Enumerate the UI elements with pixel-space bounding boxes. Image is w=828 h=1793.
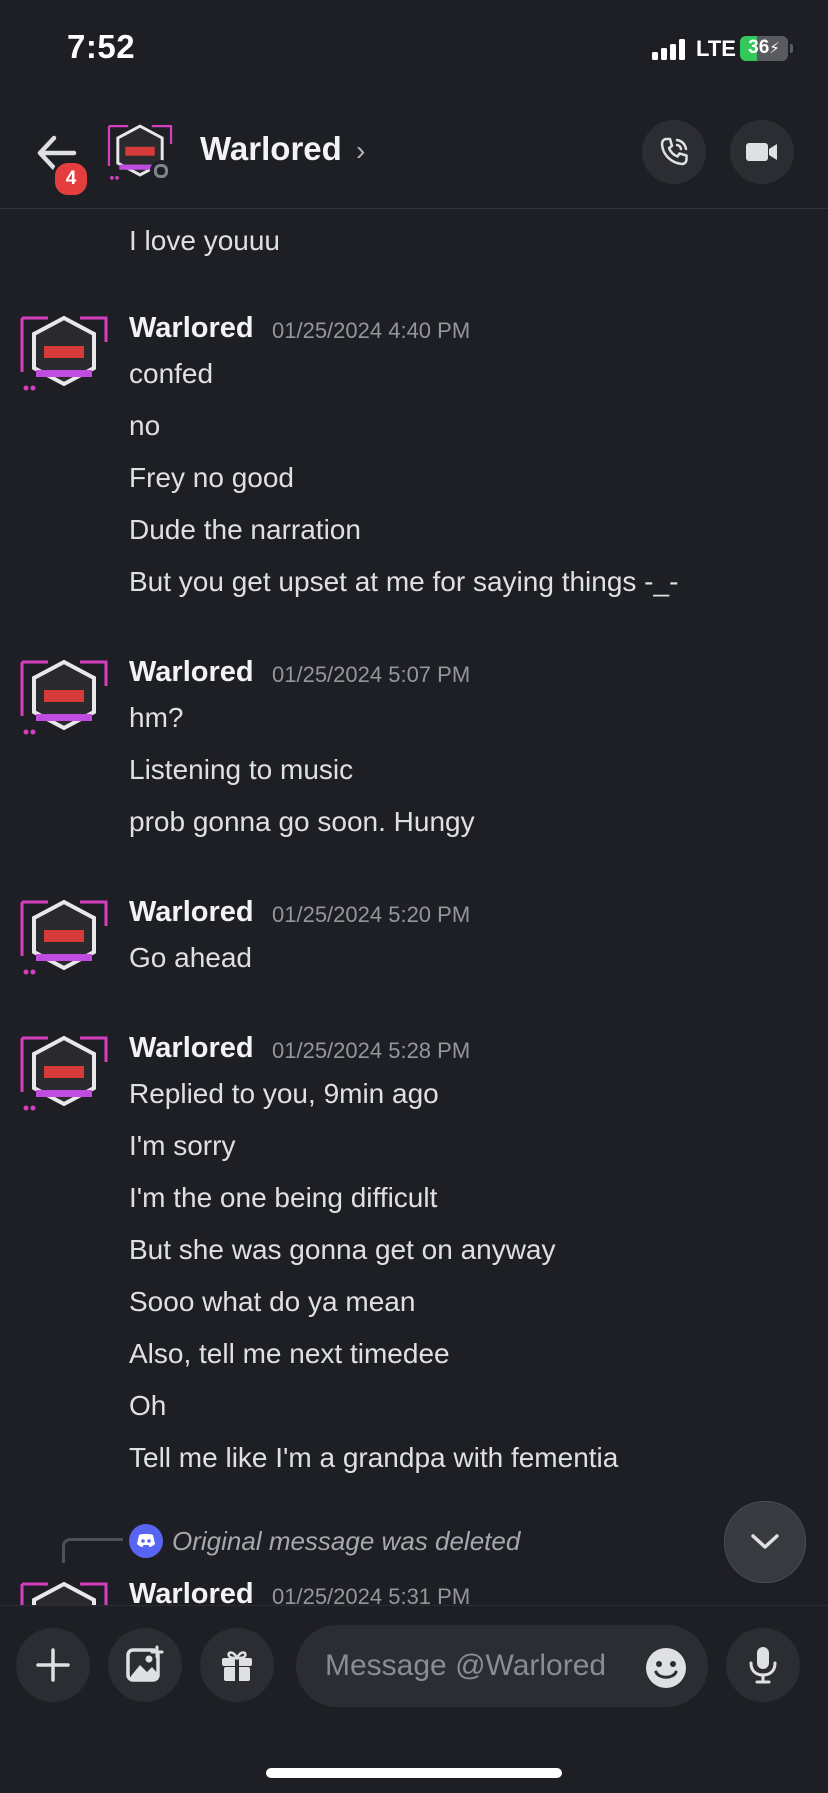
message-author[interactable]: Warlored	[129, 312, 254, 345]
message-text: Tell me like I'm a grandpa with fementia	[129, 1442, 619, 1473]
gift-button[interactable]	[200, 1628, 274, 1702]
message-composer	[0, 1605, 828, 1793]
message-author[interactable]: Warlored	[129, 1032, 254, 1065]
user-avatar[interactable]	[18, 312, 110, 394]
jump-to-present-button[interactable]	[724, 1501, 806, 1583]
dm-header: 4 Warlored ›	[0, 100, 828, 209]
video-call-button[interactable]	[730, 120, 794, 184]
message-timestamp: 01/25/2024 4:40 PM	[272, 318, 471, 343]
user-avatar[interactable]	[18, 1578, 110, 1605]
reply-preview[interactable]: Original message was deleted	[172, 1526, 520, 1557]
message-text: I love youuu	[129, 225, 280, 256]
user-avatar[interactable]	[18, 656, 110, 738]
message-list[interactable]: I love youuu Warlored 01/25/2024 4:40 PM…	[0, 209, 828, 1605]
microphone-icon	[749, 1647, 777, 1684]
attach-button[interactable]	[16, 1628, 90, 1702]
unread-badge: 4	[52, 160, 90, 198]
message-text: But you get upset at me for saying thing…	[129, 566, 679, 597]
chevron-down-icon	[751, 1534, 779, 1549]
charging-bolt-icon: ⚡	[769, 40, 780, 57]
message-author[interactable]: Warlored	[129, 896, 254, 929]
message-text: Frey no good	[129, 462, 294, 493]
phone-icon	[660, 137, 688, 166]
network-type: LTE	[696, 36, 736, 61]
user-avatar[interactable]	[18, 896, 110, 978]
message-text: Go ahead	[129, 942, 252, 973]
battery-icon: 36⚡	[740, 36, 788, 61]
message-text: hm?	[129, 702, 184, 733]
message-timestamp: 01/25/2024 5:28 PM	[272, 1038, 471, 1063]
discord-logo-icon	[129, 1524, 163, 1558]
chevron-right-icon[interactable]: ›	[356, 135, 365, 167]
video-camera-icon	[746, 143, 777, 161]
battery-percent: 36⚡	[748, 37, 780, 58]
message-text: I'm the one being difficult	[129, 1182, 438, 1213]
message-author[interactable]: Warlored	[129, 1578, 254, 1605]
plus-icon	[36, 1648, 70, 1682]
battery-cap	[790, 44, 793, 53]
dm-username[interactable]: Warlored	[200, 130, 342, 168]
user-avatar[interactable]	[18, 1032, 110, 1114]
status-time: 7:52	[67, 28, 136, 65]
message-author[interactable]: Warlored	[129, 656, 254, 689]
offline-status-icon	[150, 160, 172, 182]
message-text: Also, tell me next timedee	[129, 1338, 450, 1369]
voice-call-button[interactable]	[642, 120, 706, 184]
cellular-signal-icon	[652, 38, 685, 60]
message-text: Dude the narration	[129, 514, 361, 545]
message-text: Listening to music	[129, 754, 354, 785]
message-text: Replied to you, 9min ago	[129, 1078, 439, 1109]
message-text: no	[129, 410, 161, 441]
message-text: But she was gonna get on anyway	[129, 1234, 556, 1265]
home-indicator	[266, 1768, 562, 1778]
reply-connector	[62, 1538, 123, 1563]
message-text: prob gonna go soon. Hungy	[129, 806, 475, 837]
image-icon	[126, 1645, 164, 1682]
voice-message-button[interactable]	[726, 1628, 800, 1702]
message-timestamp: 01/25/2024 5:07 PM	[272, 662, 471, 687]
image-picker-button[interactable]	[108, 1628, 182, 1702]
message-timestamp: 01/25/2024 5:31 PM	[272, 1584, 471, 1605]
message-text: Oh	[129, 1390, 167, 1421]
message-text: confed	[129, 358, 214, 389]
message-timestamp: 01/25/2024 5:20 PM	[272, 902, 471, 927]
message-text: Sooo what do ya mean	[129, 1286, 416, 1317]
emoji-icon[interactable]	[644, 1646, 688, 1690]
message-text: I'm sorry	[129, 1130, 236, 1161]
gift-icon	[222, 1651, 252, 1681]
status-bar: 7:52 LTE 36⚡	[0, 0, 828, 100]
